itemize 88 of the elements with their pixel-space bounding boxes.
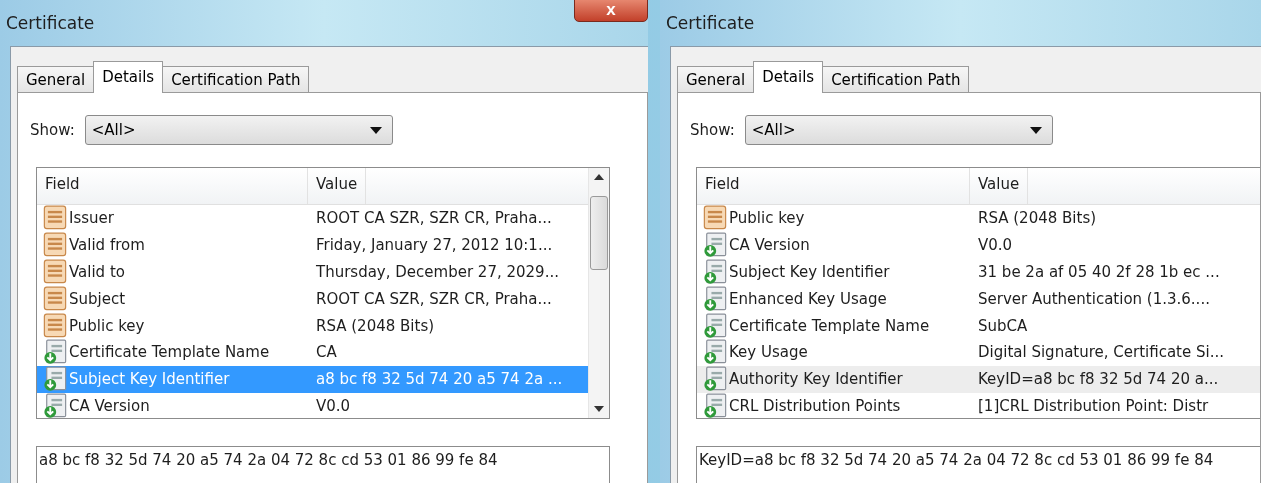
field-name: Valid from [69,236,145,255]
field-value: [1]CRL Distribution Point: Distr [977,396,1209,415]
field-value: Friday, January 27, 2012 10:1... [315,236,553,255]
scroll-up-icon[interactable] [594,174,604,180]
field-name: Valid to [69,263,125,281]
field-row[interactable]: Valid to Thursday, December 27, 2029... [37,258,588,286]
value-detail-field[interactable]: KeyID=a8 bc f8 32 5d 74 20 a5 74 2a 04 72 8c cd 53 01 86 99 fe 84 [696,446,1260,483]
show-dropdown[interactable]: <All> [84,115,393,145]
tab[interactable]: General [17,66,95,93]
field-row[interactable]: Key Usage Digital Signature, Certificate Si... [697,339,1260,366]
field-row[interactable]: Certificate Template Name SubCA [697,312,1260,339]
value-detail-field[interactable]: a8 bc f8 32 5d 74 20 a5 74 2a 04 72 8c cd 53 01 86 99 fe 84 [36,446,610,483]
extension-download-icon [703,232,727,259]
field-value: ROOT CA SZR, SZR CR, Praha... [315,289,552,308]
certificate-icon [43,312,67,339]
field-name: Certificate Template Name [729,316,930,335]
extension-download-icon [703,259,727,285]
extension-download-icon [43,339,67,366]
field-name: Subject [69,289,126,308]
column-header[interactable]: Value [308,168,367,204]
extension-download-icon [703,392,727,418]
field-value: V0.0 [315,396,351,415]
window-title: Certificate [6,13,95,33]
field-name: Public key [729,209,805,228]
field-row[interactable]: Issuer ROOT CA SZR, SZR CR, Praha... [37,205,588,232]
extension-download-icon [703,339,727,366]
dropdown-caret-icon [369,126,382,134]
column-header[interactable]: Value [970,168,1029,204]
column-header[interactable]: Field [37,168,308,204]
show-label: Show: [690,121,735,139]
field-row[interactable]: Subject ROOT CA SZR, SZR CR, Praha... [37,285,588,313]
field-name: Key Usage [729,343,808,362]
field-value: Server Authentication (1.3.6.... [977,289,1210,308]
field-name: Authority Key Identifier [729,370,903,389]
certificate-icon [43,285,67,312]
certificate-icon [703,205,727,232]
tab[interactable]: Details [753,61,824,93]
field-row[interactable]: Certificate Template Name CA [37,339,588,366]
extension-download-icon [703,312,727,339]
field-row[interactable]: CA Version V0.0 [37,392,588,418]
window-title: Certificate [666,13,755,33]
scroll-thumb[interactable] [590,196,608,270]
field-name: CA Version [729,236,810,255]
field-row[interactable]: Subject Key Identifier 31 be 2a af 05 40 2f 28 1b ec ... [697,258,1260,286]
field-value: Digital Signature, Certificate Si... [977,343,1224,362]
show-dropdown[interactable]: <All> [744,115,1053,145]
field-value: ROOT CA SZR, SZR CR, Praha... [315,209,552,228]
field-value: Thursday, December 27, 2029... [315,263,559,281]
tab[interactable]: General [677,66,755,93]
certificate-icon [43,259,67,285]
field-value: a8 bc f8 32 5d 74 20 a5 74 2a ... [315,370,563,389]
column-header[interactable]: Field [697,168,970,204]
tab[interactable]: Certification Path [162,66,310,93]
tab[interactable]: Certification Path [822,66,970,93]
field-name: Subject Key Identifier [69,370,230,389]
tab[interactable]: Details [93,61,164,93]
extension-download-icon [703,366,727,393]
extension-download-icon [43,366,67,393]
field-name: Issuer [69,209,114,228]
field-value: KeyID=a8 bc f8 32 5d 74 20 a... [977,370,1219,389]
certificate-icon [43,232,67,259]
certificate-icon [43,205,67,232]
field-name: Public key [69,316,145,335]
field-value: CA [315,343,337,362]
field-row[interactable]: CRL Distribution Points [1]CRL Distribution Point: Distr [697,392,1260,418]
field-row[interactable]: Public key RSA (2048 Bits) [37,312,588,339]
dropdown-caret-icon [1029,126,1042,134]
field-name: CA Version [69,396,150,415]
field-row[interactable]: Enhanced Key Usage Server Authentication (1.3.6.... [697,285,1260,313]
extension-download-icon [43,392,67,418]
field-row[interactable]: Valid from Friday, January 27, 2012 10:1... [37,231,588,259]
field-value: RSA (2048 Bits) [977,209,1097,228]
field-name: Certificate Template Name [69,343,270,362]
scrollbar[interactable] [588,168,609,418]
field-name: CRL Distribution Points [729,396,901,415]
field-row[interactable]: CA Version V0.0 [697,231,1260,259]
field-value: SubCA [977,316,1028,335]
field-name: Subject Key Identifier [729,263,890,281]
field-value: RSA (2048 Bits) [315,316,435,335]
field-value: 31 be 2a af 05 40 2f 28 1b ec ... [977,263,1220,281]
field-value: V0.0 [977,236,1013,255]
close-button[interactable]: x [574,0,648,22]
field-row[interactable]: Public key RSA (2048 Bits) [697,205,1260,232]
scroll-down-icon[interactable] [594,406,604,412]
field-row[interactable]: Authority Key Identifier KeyID=a8 bc f8 32 5d 74 20 a... [697,365,1260,393]
show-label: Show: [30,121,75,139]
extension-download-icon [703,285,727,312]
field-name: Enhanced Key Usage [729,289,887,308]
